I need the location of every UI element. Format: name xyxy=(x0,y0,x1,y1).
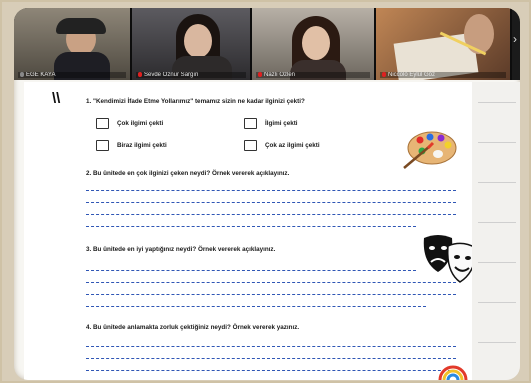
question-1: 1. "Kendimizi İfade Etme Yollarımız" tem… xyxy=(86,98,305,105)
question-3: 3. Bu ünitede en iyi yaptığınız neydi? Ö… xyxy=(86,246,276,253)
answer-line[interactable] xyxy=(86,202,456,203)
worksheet: \\ 1. "Kendimizi İfade Etme Yollarımız" … xyxy=(24,82,477,380)
answer-line[interactable] xyxy=(86,358,456,359)
page-margin xyxy=(472,82,520,380)
answer-line[interactable] xyxy=(86,306,426,307)
checkbox[interactable] xyxy=(244,140,257,151)
next-participants-icon[interactable]: › xyxy=(510,32,520,54)
option-cok-az-ilgimi-cekti[interactable]: Çok az ilgimi çekti xyxy=(244,140,320,151)
rainbow-icon xyxy=(438,365,468,380)
option-cok-ilgimi-cekti[interactable]: Çok ilgimi çekti xyxy=(96,118,163,129)
answer-line[interactable] xyxy=(86,190,456,191)
question-4: 4. Bu ünitede anlamakta zorluk çektiğini… xyxy=(86,324,300,331)
participant-tile[interactable]: EGE KAYA xyxy=(14,8,132,80)
meeting-window: EGE KAYA Sevde Öznur Sargın Nazlı Özlen xyxy=(14,8,520,380)
participant-name: Sevde Öznur Sargın xyxy=(136,72,246,78)
theatre-masks-icon xyxy=(423,235,477,283)
checkbox[interactable] xyxy=(96,118,109,129)
mic-muted-icon xyxy=(382,72,386,77)
answer-line[interactable] xyxy=(86,270,416,271)
participant-tile[interactable]: Nazlı Özlen xyxy=(252,8,376,80)
answer-line[interactable] xyxy=(86,214,456,215)
pen-cursor-icon: \\ xyxy=(52,90,61,107)
option-biraz-ilgimi-cekti[interactable]: Biraz ilgimi çekti xyxy=(96,140,167,151)
answer-line[interactable] xyxy=(86,346,456,347)
answer-line[interactable] xyxy=(86,226,416,227)
palette-icon xyxy=(403,131,457,169)
question-2: 2. Bu ünitede en çok ilginizi çeken neyd… xyxy=(86,170,290,177)
participant-tile[interactable]: Sevde Öznur Sargın xyxy=(132,8,252,80)
participant-name: EGE KAYA xyxy=(18,72,126,78)
mic-muted-icon xyxy=(258,72,262,77)
participant-video xyxy=(184,24,212,58)
answer-line[interactable] xyxy=(86,282,456,283)
checkbox[interactable] xyxy=(96,140,109,151)
answer-line[interactable] xyxy=(86,370,456,371)
option-ilgimi-cekti[interactable]: İlgimi çekti xyxy=(244,118,298,129)
checkbox[interactable] xyxy=(244,118,257,129)
participant-tile[interactable]: Niccolò Eylül Göz xyxy=(376,8,512,80)
screenshot-frame: EGE KAYA Sevde Öznur Sargın Nazlı Özlen xyxy=(0,0,531,383)
participant-name: Niccolò Eylül Göz xyxy=(380,72,506,78)
participant-strip: EGE KAYA Sevde Öznur Sargın Nazlı Özlen xyxy=(14,8,520,80)
mic-muted-icon xyxy=(138,72,142,77)
answer-line[interactable] xyxy=(86,294,456,295)
participant-name: Nazlı Özlen xyxy=(256,72,370,78)
participant-video xyxy=(302,26,330,60)
